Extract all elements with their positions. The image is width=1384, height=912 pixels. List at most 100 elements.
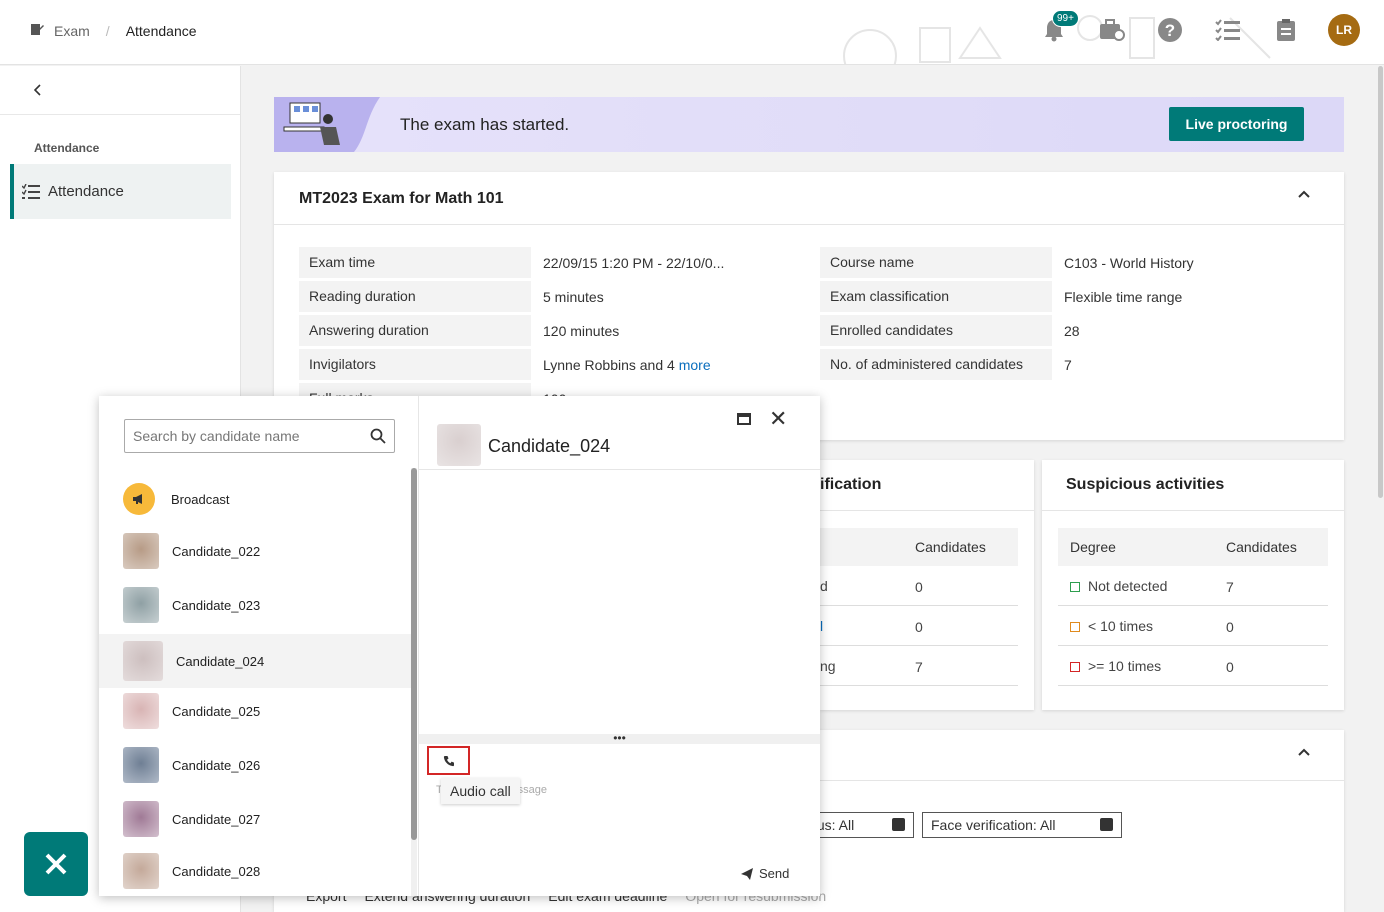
breadcrumb-exam[interactable]: Exam (54, 23, 90, 39)
send-button[interactable]: Send (741, 866, 789, 881)
edit-icon (892, 818, 905, 831)
table-row: d 0 (820, 566, 1018, 606)
info-row-reading-duration: Reading duration 5 minutes (299, 281, 616, 312)
candidate-name: Candidate_023 (172, 597, 261, 613)
avatar (437, 424, 481, 466)
chevron-up-icon[interactable] (1298, 748, 1310, 756)
sidebar-item-attendance[interactable]: Attendance (10, 164, 231, 219)
info-value: 22/09/15 1:20 PM - 22/10/0... (543, 255, 725, 271)
proctor-illustration-icon (274, 97, 380, 152)
row-label[interactable]: l (820, 618, 823, 634)
divider (820, 510, 1034, 511)
info-label: Invigilators (299, 349, 531, 380)
row-count: 0 (915, 579, 923, 595)
page-scrollbar-thumb[interactable] (1378, 66, 1383, 498)
list-scrollbar-thumb[interactable] (411, 468, 417, 840)
status-square-icon (1070, 622, 1080, 632)
chat-conversation: Candidate_024 ✕ ••• T ssage Audio call S… (419, 396, 820, 896)
list-item-candidate-027[interactable]: Candidate_027 (99, 792, 411, 846)
broadcast-item[interactable]: Broadcast (99, 472, 411, 526)
info-row-exam-time: Exam time 22/09/15 1:20 PM - 22/10/0... (299, 247, 736, 278)
candidate-name: Candidate_022 (172, 543, 261, 559)
column-header-candidates: Candidates (1226, 539, 1297, 555)
invigilators-more-link[interactable]: more (679, 357, 711, 373)
row-label: >= 10 times (1070, 658, 1161, 674)
list-item-candidate-028[interactable]: Candidate_028 (99, 844, 411, 896)
clipboard-icon[interactable] (1270, 14, 1302, 46)
breadcrumb-current: Attendance (125, 22, 197, 39)
info-value: Lynne Robbins and 4 more (531, 349, 723, 380)
chat-window: Broadcast Candidate_022 Candidate_023 Ca… (99, 396, 820, 896)
close-icon[interactable]: ✕ (769, 408, 787, 430)
status-filter[interactable]: tus: All (804, 812, 914, 838)
phone-icon (443, 755, 454, 766)
face-verification-filter[interactable]: Face verification: All (922, 812, 1122, 838)
avatar (123, 693, 159, 729)
audio-call-button[interactable] (427, 746, 470, 775)
list-item-candidate-023[interactable]: Candidate_023 (99, 578, 411, 632)
list-icon (22, 183, 40, 199)
divider (274, 224, 1344, 225)
list-item-candidate-026[interactable]: Candidate_026 (99, 738, 411, 792)
live-proctoring-button[interactable]: Live proctoring (1169, 107, 1304, 141)
info-label: No. of administered candidates (820, 349, 1052, 380)
info-value: 120 minutes (543, 323, 620, 339)
close-chat-button[interactable] (24, 832, 88, 896)
info-value: 28 (1064, 323, 1080, 339)
row-count: 7 (915, 659, 923, 675)
column-header-candidates: Candidates (915, 539, 986, 555)
invigilators-names: Lynne Robbins and 4 (543, 357, 675, 373)
bell-icon[interactable]: 99+ (1038, 10, 1079, 46)
page-scrollbar[interactable] (1377, 66, 1384, 912)
svg-text:?: ? (1165, 21, 1175, 40)
search-icon[interactable] (370, 428, 386, 444)
degree-text: < 10 times (1088, 618, 1153, 634)
avatar (123, 801, 159, 837)
list-item-candidate-022[interactable]: Candidate_022 (99, 524, 411, 578)
row-count: 7 (1226, 579, 1234, 595)
audio-call-tooltip: Audio call (441, 778, 520, 804)
breadcrumb-separator: / (105, 22, 110, 39)
info-value: 7 (1064, 357, 1072, 373)
verification-title: ification (820, 476, 882, 493)
chevron-up-icon[interactable] (1298, 190, 1310, 198)
row-label: d (820, 578, 828, 594)
row-count: 0 (1226, 659, 1234, 675)
list-item-candidate-024[interactable]: Candidate_024 (99, 634, 411, 688)
candidate-search[interactable] (124, 419, 395, 453)
avatar (123, 853, 159, 889)
info-label: Enrolled candidates (820, 315, 1052, 346)
conversation-title: Candidate_024 (488, 436, 611, 456)
candidate-search-input[interactable] (133, 428, 370, 444)
notification-badge: 99+ (1052, 10, 1079, 27)
table-row: Not detected 7 (1058, 566, 1328, 606)
list-item-candidate-025[interactable]: Candidate_025 (99, 684, 411, 738)
avatar (123, 747, 159, 783)
user-avatar[interactable]: LR (1328, 14, 1360, 46)
close-icon (45, 853, 67, 875)
briefcase-clock-icon[interactable] (1096, 14, 1128, 46)
exam-title: MT2023 Exam for Math 101 (299, 190, 504, 207)
suspicious-table-header: Degree Candidates (1058, 528, 1328, 566)
row-label: < 10 times (1070, 618, 1153, 634)
resize-handle[interactable]: ••• (419, 732, 820, 744)
info-row-administered-candidates: No. of administered candidates 7 (820, 349, 1084, 380)
row-label: ng (820, 658, 836, 674)
help-icon[interactable]: ? (1154, 14, 1186, 46)
breadcrumb: Exam / Attendance (30, 22, 197, 39)
info-row-invigilators: Invigilators Lynne Robbins and 4 more (299, 349, 723, 380)
banner-message: The exam has started. (400, 115, 570, 134)
exam-started-banner: The exam has started. Live proctoring (274, 97, 1344, 152)
chevron-left-icon (34, 84, 41, 96)
maximize-icon[interactable] (737, 413, 751, 425)
back-button[interactable] (0, 66, 240, 115)
send-icon (741, 867, 753, 880)
verification-card: ification Candidates d 0 l 0 ng 7 (820, 460, 1034, 710)
broadcast-label: Broadcast (171, 491, 230, 507)
suspicious-title: Suspicious activities (1066, 476, 1225, 493)
checklist-icon[interactable] (1212, 14, 1244, 46)
conversation-header: Candidate_024 ✕ (419, 396, 820, 470)
verification-table-header: Candidates (820, 528, 1018, 566)
divider (1042, 510, 1344, 511)
avatar (123, 587, 159, 623)
